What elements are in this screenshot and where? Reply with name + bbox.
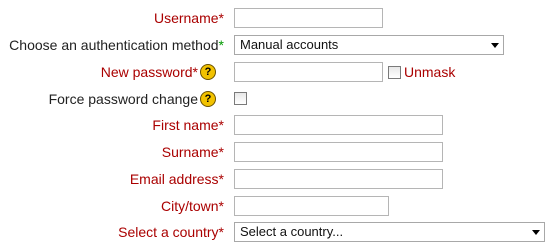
first-name-row: First name* xyxy=(0,112,553,138)
surname-input[interactable] xyxy=(234,142,443,162)
username-input[interactable] xyxy=(234,8,383,28)
auth-method-row: Choose an authentication method* Manual … xyxy=(0,32,553,58)
surname-label: Surname* xyxy=(162,139,224,165)
surname-label-text: Surname xyxy=(161,144,219,160)
required-mark: * xyxy=(192,64,198,80)
city-label: City/town* xyxy=(161,193,224,219)
country-selected-value: Select a country... xyxy=(240,224,344,239)
city-label-text: City/town xyxy=(160,198,219,214)
username-label: Username* xyxy=(154,5,224,31)
first-name-label: First name* xyxy=(152,112,224,138)
surname-row: Surname* xyxy=(0,139,553,165)
required-mark: * xyxy=(218,10,224,26)
first-name-input[interactable] xyxy=(234,115,443,135)
chevron-down-icon xyxy=(532,230,540,235)
question-icon[interactable]: ? xyxy=(200,91,216,107)
new-password-row: New password* ? Unmask xyxy=(0,59,553,85)
question-icon[interactable]: ? xyxy=(200,64,216,80)
required-mark: * xyxy=(218,171,224,187)
required-mark: * xyxy=(218,117,224,133)
new-password-label: New password* xyxy=(101,59,198,85)
unmask-checkbox[interactable] xyxy=(388,66,401,79)
new-password-label-text: New password xyxy=(100,64,193,80)
force-password-change-label: Force password change xyxy=(48,91,198,107)
country-label: Select a country* xyxy=(118,219,224,245)
email-input[interactable] xyxy=(234,169,443,189)
required-mark: * xyxy=(218,37,224,53)
country-label-text: Select a country xyxy=(118,224,219,240)
email-row: Email address* xyxy=(0,166,553,192)
chevron-down-icon xyxy=(491,43,499,48)
country-select[interactable]: Select a country... xyxy=(234,222,545,242)
username-row: Username* xyxy=(0,5,553,31)
country-row: Select a country* Select a country... xyxy=(0,219,553,245)
username-label-text: Username xyxy=(153,10,219,26)
required-mark: * xyxy=(218,224,224,240)
auth-method-label: Choose an authentication method* xyxy=(9,32,224,58)
first-name-label-text: First name xyxy=(152,117,219,133)
email-label-text: Email address xyxy=(129,171,219,187)
unmask-label: Unmask xyxy=(404,64,456,80)
new-password-input[interactable] xyxy=(234,62,383,82)
email-label: Email address* xyxy=(130,166,224,192)
city-row: City/town* xyxy=(0,193,553,219)
required-mark: * xyxy=(218,144,224,160)
required-mark: * xyxy=(218,198,224,214)
force-password-change-checkbox[interactable] xyxy=(234,92,247,105)
auth-method-label-text: Choose an authentication method xyxy=(9,37,219,53)
city-input[interactable] xyxy=(234,196,389,216)
auth-method-select[interactable]: Manual accounts xyxy=(234,35,504,55)
auth-method-selected-value: Manual accounts xyxy=(240,37,339,52)
force-password-change-row: Force password change ? xyxy=(0,86,553,112)
